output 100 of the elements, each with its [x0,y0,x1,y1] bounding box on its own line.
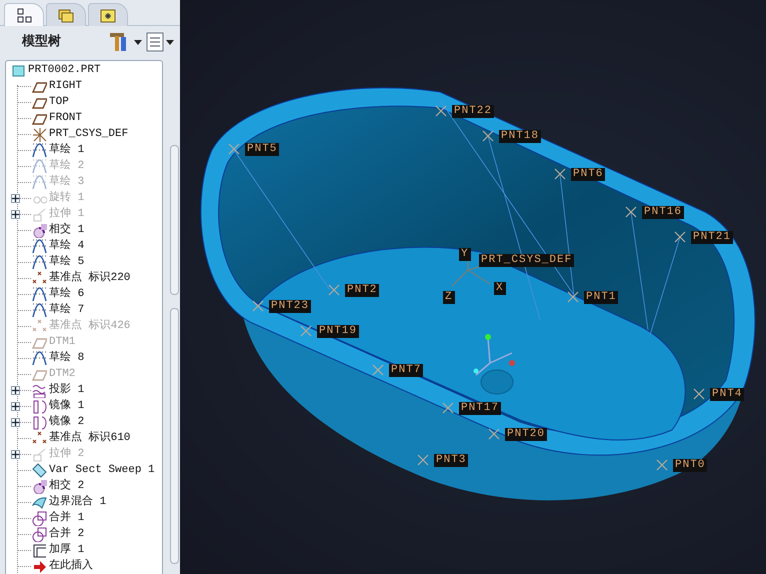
point-cross-icon [228,143,240,155]
point-icon [32,270,47,286]
point-icon [32,430,47,446]
tree-item[interactable]: 草绘 4 [6,238,162,254]
point-cross-icon [328,284,340,296]
tree-item[interactable]: 草绘 6 [6,286,162,302]
plus-icon [12,387,19,394]
tree-structure-icon [15,6,33,24]
datum-point-label: PNT2 [345,284,380,297]
point-icon [32,318,47,334]
tree-item[interactable]: 投影 1 [6,382,162,398]
tree-item[interactable]: 镜像 1 [6,398,162,414]
datum-point-label: PNT23 [269,300,312,313]
point-cross-icon [300,325,312,337]
axis-label: X [494,282,506,295]
tree-item[interactable]: 合并 2 [6,526,162,542]
datum-point-label: PNT0 [673,459,708,472]
list-icon [146,32,164,52]
expand-toggle[interactable] [11,386,20,395]
datum-point-label: PNT19 [317,325,360,338]
merge-icon [32,526,47,542]
datum-point-label: PNT16 [642,206,684,219]
point-cross-icon [442,402,454,414]
point-cross-icon [488,428,500,440]
mirror-icon [32,414,47,430]
panel-tab[interactable] [4,3,44,26]
datum-point-label: PNT4 [710,388,744,401]
list-dropdown-button[interactable] [144,32,176,52]
projection-icon [32,382,47,398]
point-cross-icon [372,364,384,376]
axis-label: Z [443,291,455,304]
tree-item[interactable]: 草绘 5 [6,254,162,270]
sketch-icon [32,286,47,302]
tree-item[interactable]: TOP [6,94,162,110]
plus-icon [12,195,19,202]
folders-icon [57,6,75,24]
thicken-icon [32,542,47,558]
tree-item[interactable]: 相交 2 [6,478,162,494]
point-cross-icon [417,454,429,466]
sketch-icon [32,254,47,270]
caret-icon [134,40,142,44]
intersect-icon [32,222,47,238]
sketch-icon [32,350,47,366]
sweep-icon [32,462,47,478]
tree-item[interactable]: 相交 1 [6,222,162,238]
point-cross-icon [435,105,447,117]
datum-point-label: PNT21 [691,231,734,244]
point-cross-icon [625,206,637,218]
sketch-icon [32,174,47,190]
sketch-icon [32,302,47,318]
datum-point-label: PNT20 [505,428,548,441]
point-cross-icon [656,459,668,471]
intersect-icon [32,478,47,494]
caret-icon [166,40,174,44]
panel-title: 模型树 [22,33,61,52]
plus-icon [12,451,19,458]
point-cross-icon [567,291,579,303]
datum-point-label: PNT1 [584,291,618,304]
expand-toggle[interactable] [11,418,20,427]
tree-item[interactable]: 边界混合 1 [6,494,162,510]
insert-arrow-icon [32,558,47,574]
tree-item[interactable]: 合并 1 [6,510,162,526]
plus-icon [12,419,19,426]
part-icon [11,62,26,78]
datum-point-label: PNT5 [245,143,280,156]
tree-item[interactable]: 草绘 1 [6,142,162,158]
tree-item[interactable]: PRT0002.PRT [6,62,162,78]
expand-toggle[interactable] [11,402,20,411]
tree-item[interactable]: 加厚 1 [6,542,162,558]
coordinate-system-icon [32,126,47,142]
point-cross-icon [674,231,686,243]
merge-icon [32,510,47,526]
sketch-icon [32,238,47,254]
datum-point-label: PNT6 [571,168,606,181]
axis-label: Y [459,248,471,261]
point-cross-icon [482,130,494,142]
tree-item[interactable]: FRONT [6,110,162,126]
sketch-icon [32,158,47,174]
datum-point-label: PNT22 [452,105,494,118]
tree-item[interactable]: PRT_CSYS_DEF [6,126,162,142]
boundary-blend-icon [32,494,47,510]
tree-item[interactable]: 在此插入 [6,558,162,574]
sketch-icon [32,142,47,158]
datum-point-label: PNT7 [389,364,424,377]
tree-item[interactable]: 基准点 标识220 [6,270,162,286]
tree-item[interactable]: 草绘 7 [6,302,162,318]
datum-point-label: PNT3 [434,454,468,467]
tree-item[interactable]: 镜像 2 [6,414,162,430]
point-cross-icon [252,300,264,312]
plus-icon [12,403,19,410]
extrude-icon [32,206,47,222]
tree-item[interactable]: Var Sect Sweep 1 [6,462,162,478]
datum-point-label: PNT17 [459,402,502,415]
point-cross-icon [693,388,705,400]
plus-icon [12,211,19,218]
point-cross-icon [554,168,566,180]
tree-item[interactable]: 基准点 标识610 [6,430,162,446]
tree-item[interactable]: 草绘 8 [6,350,162,366]
tree-item[interactable]: RIGHT [6,78,162,94]
mirror-icon [32,398,47,414]
